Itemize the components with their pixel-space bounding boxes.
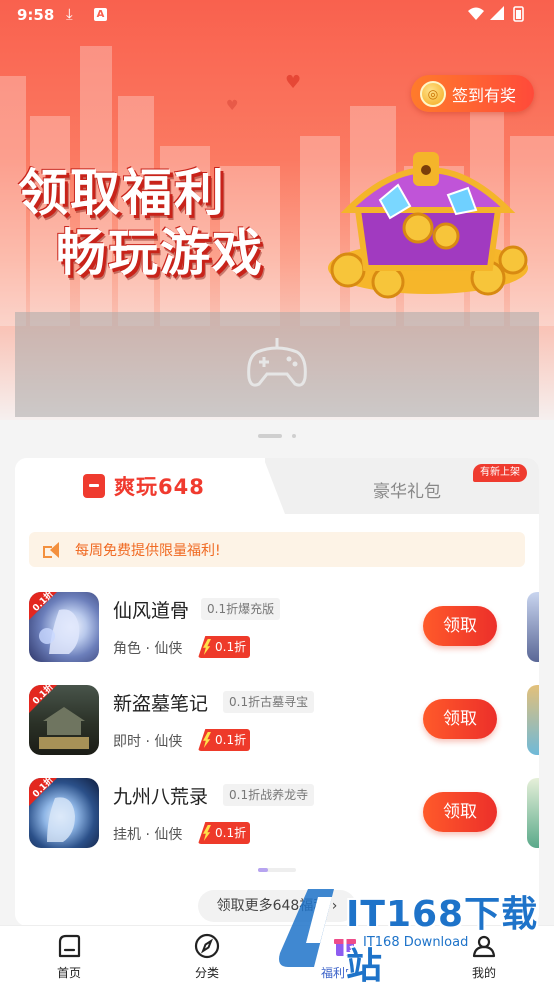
game-name: 新盗墓笔记: [113, 693, 209, 715]
carousel-dot: [292, 434, 296, 438]
discount-badge: 0.1折: [198, 636, 250, 658]
game-tag: 0.1折战养龙寺: [223, 784, 315, 806]
banner-title-line2: 畅玩游戏: [56, 224, 264, 282]
gift-icon: [334, 939, 356, 956]
nav-home-label: 首页: [56, 966, 81, 980]
tab-play648-label: 爽玩648: [114, 475, 205, 499]
heart-decoration: ♥: [285, 72, 302, 93]
pager-thumb: [258, 868, 268, 872]
next-game-thumbnail[interactable]: [527, 778, 539, 848]
game-row[interactable]: 0.1折 九州八荒录 0.1折战养龙寺 挂机 · 仙侠 0.1折 领取: [29, 778, 529, 850]
game-meta: 挂机 · 仙侠: [113, 827, 183, 843]
nav-welfare-center[interactable]: 福利中心: [310, 932, 380, 981]
status-badge: A: [94, 8, 107, 21]
user-icon: [472, 935, 496, 958]
speaker-icon: [43, 541, 65, 558]
home-icon: [58, 934, 81, 958]
game-thumbnail[interactable]: 0.1折: [29, 592, 99, 662]
claim-button[interactable]: 领取: [423, 606, 497, 646]
welfare-tabs: 爽玩648 豪华礼包 有新上架: [15, 458, 539, 514]
tab-play648[interactable]: 爽玩648: [15, 458, 285, 514]
coin-icon: ◎: [420, 80, 446, 107]
game-tag: 0.1折爆充版: [201, 598, 281, 620]
discount-badge: 0.1折: [198, 822, 250, 844]
wifi-icon: [468, 7, 484, 20]
carousel-dot-active: [258, 434, 282, 438]
nav-mine[interactable]: 我的: [449, 932, 519, 981]
next-game-thumbnail[interactable]: [527, 592, 539, 662]
banner-title-line1: 领取福利: [18, 164, 226, 222]
game-thumbnail[interactable]: 0.1折: [29, 685, 99, 755]
status-time: 9:58: [17, 6, 55, 24]
tab-luxury-gift-label: 豪华礼包: [373, 482, 441, 502]
treasure-chest-image: [328, 152, 528, 299]
heart-decoration: ♥: [226, 98, 239, 114]
next-game-thumbnail[interactable]: [527, 685, 539, 755]
welfare-card: 爽玩648 豪华礼包 有新上架 每周免费提供限量福利! 0.1折 仙风道骨 0.…: [15, 458, 539, 926]
game-meta: 角色 · 仙侠: [113, 641, 183, 657]
signin-reward-button[interactable]: ◎ 签到有奖: [411, 75, 534, 112]
signin-label: 签到有奖: [452, 85, 517, 105]
red-envelope-icon: [83, 474, 105, 498]
game-thumbnail[interactable]: 0.1折: [29, 778, 99, 848]
notice-text: 每周免费提供限量福利!: [75, 542, 221, 559]
game-list-pager: [258, 868, 296, 872]
game-name: 九州八荒录: [113, 786, 209, 808]
compass-icon: [194, 933, 220, 959]
weekly-notice: 每周免费提供限量福利!: [29, 532, 525, 567]
banner-placeholder-panel: [15, 312, 539, 417]
new-arrival-badge: 有新上架: [473, 464, 527, 482]
discount-badge: 0.1折: [198, 729, 250, 751]
gamepad-icon: [247, 338, 307, 387]
game-meta: 即时 · 仙侠: [113, 734, 183, 750]
game-row[interactable]: 0.1折 新盗墓笔记 0.1折古墓寻宝 即时 · 仙侠 0.1折 领取: [29, 685, 529, 757]
banner-carousel-indicator: [258, 434, 296, 438]
nav-category[interactable]: 分类: [172, 932, 242, 981]
download-icon: ⤓: [66, 5, 73, 23]
signal-battery-icons: [466, 5, 540, 27]
status-bar: 9:58 ⤓ A: [0, 0, 554, 30]
bottom-navigation: 首页 分类 福利中心 我的: [0, 925, 554, 984]
nav-mine-label: 我的: [471, 966, 496, 980]
nav-welfare-label: 福利中心: [320, 966, 369, 980]
nav-home[interactable]: 首页: [34, 932, 104, 981]
game-tag: 0.1折古墓寻宝: [223, 691, 315, 713]
claim-button[interactable]: 领取: [423, 792, 497, 832]
game-name: 仙风道骨: [113, 600, 190, 622]
claim-button[interactable]: 领取: [423, 699, 497, 739]
game-row[interactable]: 0.1折 仙风道骨 0.1折爆充版 角色 · 仙侠 0.1折 领取: [29, 592, 529, 664]
nav-category-label: 分类: [194, 966, 219, 980]
cellular-icon: [490, 6, 504, 20]
banner-title[interactable]: 领取福利 畅玩游戏: [18, 163, 264, 283]
more-welfare-button[interactable]: 领取更多648福利 ›: [198, 890, 356, 922]
